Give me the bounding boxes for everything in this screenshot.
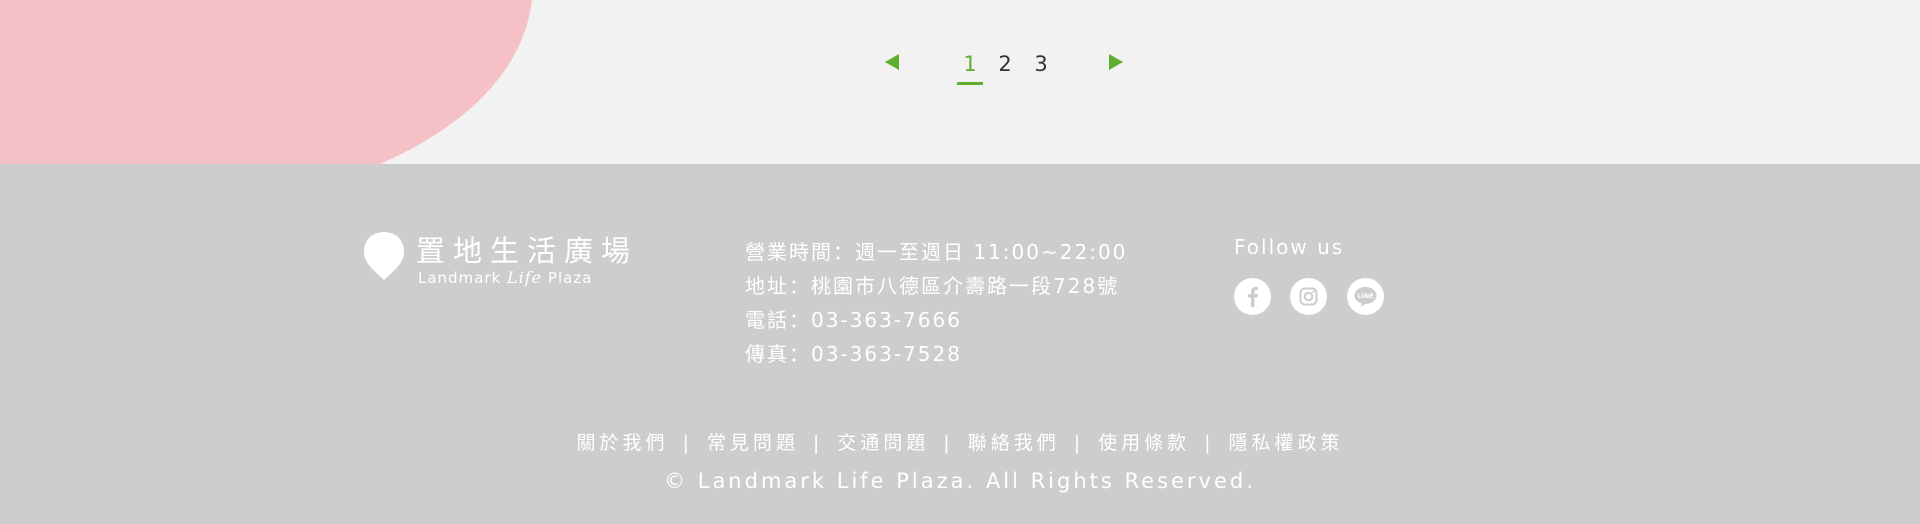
site-logo[interactable]: 置地生活廣場 Landmark Life Plaza bbox=[362, 230, 642, 290]
contact-info: 營業時間：週一至週日 11:00~22:00 地址：桃園市八德區介壽路一段728… bbox=[745, 235, 1127, 371]
footer-link-terms[interactable]: 使用條款 bbox=[1098, 432, 1190, 454]
footer-link-contact[interactable]: 聯絡我們 bbox=[968, 432, 1060, 454]
copyright: © Landmark Life Plaza. All Rights Reserv… bbox=[664, 469, 1256, 493]
triangle-right-icon[interactable] bbox=[1109, 54, 1123, 70]
follow-us-label: Follow us bbox=[1234, 235, 1345, 259]
phone: 電話：03-363-7666 bbox=[745, 308, 962, 332]
link-separator: | bbox=[1204, 432, 1215, 454]
line-icon[interactable]: LINE bbox=[1347, 278, 1384, 315]
instagram-icon[interactable] bbox=[1290, 278, 1327, 315]
footer-links: 關於我們 | 常見問題 | 交通問題 | 聯絡我們 | 使用條款 | 隱私權政策 bbox=[0, 428, 1920, 455]
pink-decorative-shape bbox=[0, 0, 532, 164]
svg-text:LINE: LINE bbox=[1357, 292, 1373, 300]
page-2-link[interactable]: 2 bbox=[993, 50, 1017, 78]
business-hours: 營業時間：週一至週日 11:00~22:00 bbox=[745, 240, 1128, 264]
logo-name-zh: 置地生活廣場 bbox=[416, 234, 639, 268]
footer-link-privacy[interactable]: 隱私權政策 bbox=[1229, 432, 1344, 454]
site-footer: 置地生活廣場 Landmark Life Plaza 營業時間：週一至週日 11… bbox=[0, 164, 1920, 524]
current-page-indicator bbox=[957, 82, 983, 85]
map-pin-icon bbox=[364, 232, 404, 280]
footer-link-faq[interactable]: 常見問題 bbox=[707, 432, 799, 454]
link-separator: | bbox=[682, 432, 693, 454]
page-1-link[interactable]: 1 bbox=[958, 50, 982, 78]
pagination: 1 2 3 bbox=[880, 50, 1130, 90]
footer-link-transport[interactable]: 交通問題 bbox=[837, 432, 929, 454]
link-separator: | bbox=[1073, 432, 1085, 454]
facebook-icon[interactable] bbox=[1234, 278, 1271, 315]
footer-link-about[interactable]: 關於我們 bbox=[576, 432, 668, 454]
address: 地址：桃園市八德區介壽路一段728號 bbox=[745, 274, 1120, 298]
link-separator: | bbox=[812, 432, 824, 454]
triangle-left-icon[interactable] bbox=[885, 54, 899, 70]
logo-name-en: Landmark Life Plaza bbox=[418, 268, 593, 287]
page-3-link[interactable]: 3 bbox=[1029, 50, 1053, 78]
link-separator: | bbox=[943, 432, 954, 454]
content-area-bottom: 1 2 3 bbox=[0, 0, 1920, 164]
fax: 傳真：03-363-7528 bbox=[745, 342, 962, 366]
